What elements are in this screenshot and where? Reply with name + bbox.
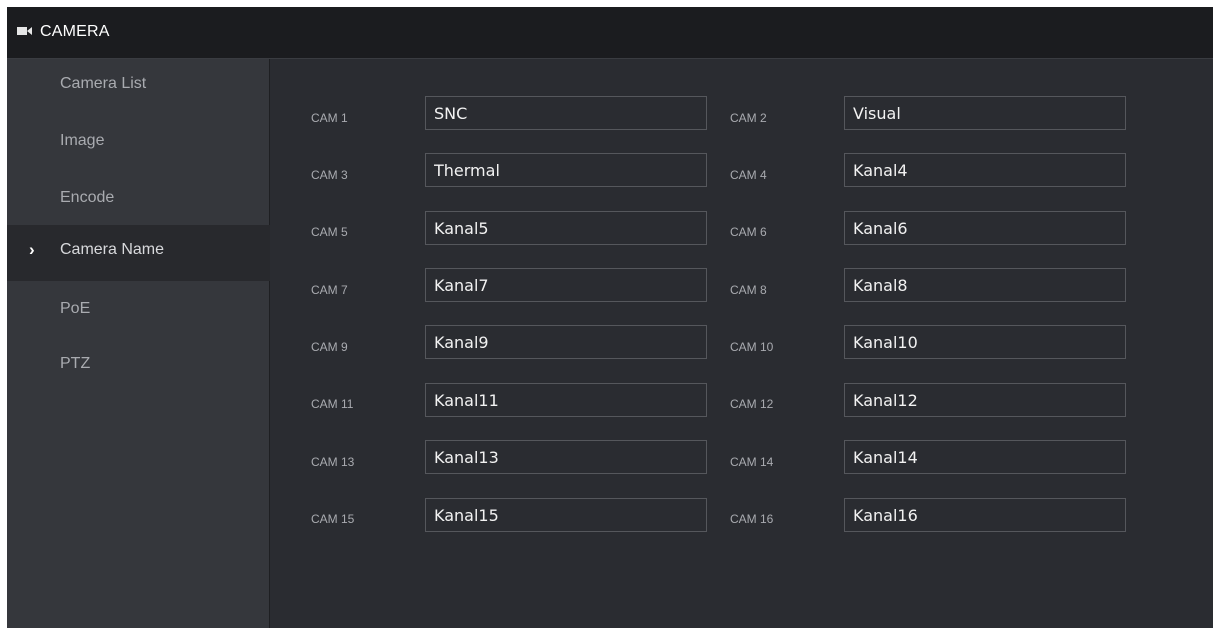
sidebar-item-label: PTZ [60, 355, 91, 372]
camera-name-input[interactable] [844, 325, 1126, 359]
camera-name-input[interactable] [844, 96, 1126, 130]
cam-label: CAM 3 [311, 168, 348, 182]
cam-label: CAM 16 [730, 512, 774, 526]
cam-label: CAM 5 [311, 225, 348, 239]
camera-name-panel: CAM 1 CAM 2 CAM 3 CAM 4 CAM 5 CAM 6 CAM … [271, 59, 1213, 628]
camera-name-input[interactable] [844, 211, 1126, 245]
sidebar-item-encode[interactable]: Encode [7, 173, 270, 229]
settings-sidebar: Camera List Image Encode › Camera Name P… [7, 59, 270, 628]
cam-label: CAM 13 [311, 455, 355, 469]
sidebar-item-camera-list[interactable]: Camera List [7, 59, 270, 115]
camera-name-input[interactable] [844, 498, 1126, 532]
cam-label: CAM 12 [730, 397, 774, 411]
camera-name-input[interactable] [425, 498, 707, 532]
camera-name-input[interactable] [425, 440, 707, 474]
sidebar-item-poe[interactable]: PoE [7, 284, 270, 340]
cam-label: CAM 9 [311, 340, 348, 354]
title-bar: CAMERA [7, 7, 1213, 59]
sidebar-item-camera-name[interactable]: › Camera Name [7, 225, 270, 281]
cam-label: CAM 8 [730, 283, 767, 297]
sidebar-item-label: Camera List [60, 75, 147, 92]
cam-label: CAM 2 [730, 111, 767, 125]
sidebar-item-label: PoE [60, 300, 91, 317]
cam-label: CAM 11 [311, 397, 354, 411]
cam-label: CAM 6 [730, 225, 767, 239]
camera-name-input[interactable] [425, 96, 707, 130]
camera-name-input[interactable] [425, 383, 707, 417]
video-camera-icon [17, 27, 32, 35]
sidebar-item-label: Camera Name [60, 241, 165, 258]
camera-name-input[interactable] [844, 268, 1126, 302]
camera-name-input[interactable] [844, 440, 1126, 474]
cam-label: CAM 7 [311, 283, 348, 297]
camera-name-input[interactable] [844, 383, 1126, 417]
camera-name-input[interactable] [425, 325, 707, 359]
chevron-right-icon: › [29, 240, 35, 259]
cam-label: CAM 1 [311, 111, 348, 125]
cam-label: CAM 10 [730, 340, 774, 354]
camera-settings-window: CAMERA Camera List Image Encode › Camera… [7, 7, 1213, 628]
cam-label: CAM 14 [730, 455, 774, 469]
camera-name-input[interactable] [425, 211, 707, 245]
camera-name-input[interactable] [844, 153, 1126, 187]
camera-name-input[interactable] [425, 153, 707, 187]
page-title: CAMERA [40, 23, 110, 40]
sidebar-item-image[interactable]: Image [7, 116, 270, 172]
camera-name-input[interactable] [425, 268, 707, 302]
cam-label: CAM 4 [730, 168, 767, 182]
cam-label: CAM 15 [311, 512, 355, 526]
sidebar-item-label: Encode [60, 189, 115, 206]
sidebar-item-label: Image [60, 132, 105, 149]
sidebar-item-ptz[interactable]: PTZ [7, 339, 270, 395]
